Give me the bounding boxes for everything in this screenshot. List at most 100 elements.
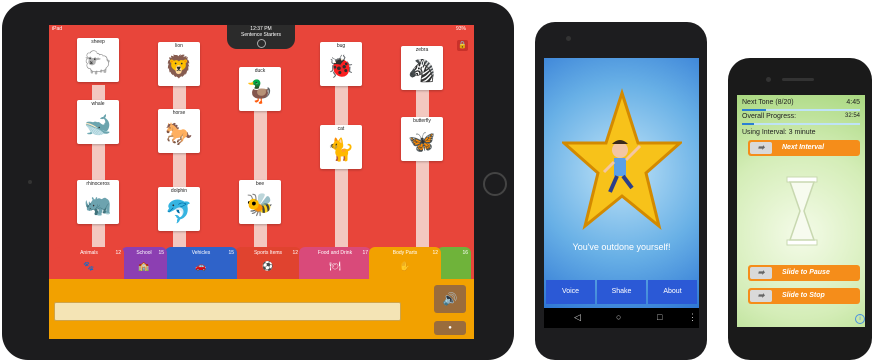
tab-count: 15 <box>228 250 234 256</box>
tab-count: 15 <box>158 250 164 256</box>
dolphin-icon: 🐬 <box>165 199 193 224</box>
tab-label: Vehicles <box>191 250 211 256</box>
card-butterfly[interactable]: butterfly 🦋 <box>401 117 443 161</box>
button-label: Slide to Stop <box>782 292 825 299</box>
tab-count: 12 <box>432 250 438 256</box>
card-whale[interactable]: whale 🐋 <box>77 100 119 144</box>
battery-text: 93% <box>455 26 466 32</box>
overflow-menu-icon[interactable]: ⋮ <box>688 312 697 323</box>
butterfly-icon: 🦋 <box>408 129 436 154</box>
tab-vehicles[interactable]: Vehicles 15 🚗 <box>165 247 237 279</box>
hand-icon: ✋ <box>399 261 411 271</box>
clear-button[interactable]: ● <box>434 321 466 335</box>
overall-progress-fill <box>742 123 754 125</box>
slide-to-pause[interactable]: ➡ Slide to Pause <box>748 265 860 281</box>
recents-icon[interactable]: □ <box>657 312 662 322</box>
car-icon: 🚗 <box>195 261 207 271</box>
shake-button[interactable]: Shake <box>597 280 646 304</box>
card-horse[interactable]: horse 🐎 <box>158 109 200 153</box>
overall-progress-label: Overall Progress: <box>742 113 797 120</box>
voice-button[interactable]: Voice <box>546 280 595 304</box>
tab-sports-items[interactable]: Sports Items 12 ⚽ <box>235 247 301 279</box>
card-label: duck <box>254 68 266 74</box>
ipad-screen: iPad 93% 12:37 PM Sentence Starters 🔒 sh… <box>49 25 474 339</box>
card-strip <box>335 85 348 255</box>
next-interval-button[interactable]: ➡ Next Interval <box>748 140 860 156</box>
iphone-speaker <box>782 78 814 81</box>
arrow-right-icon: ➡ <box>750 142 772 154</box>
card-bug[interactable]: bug 🐞 <box>320 42 362 86</box>
card-label: zebra <box>415 47 429 53</box>
title-panel: 12:37 PM Sentence Starters <box>227 25 295 49</box>
app-title: Sentence Starters <box>240 32 282 38</box>
interval-text: Using Interval: 3 minute <box>742 129 816 136</box>
card-cat[interactable]: cat 🐈 <box>320 125 362 169</box>
ball-icon: ⚽ <box>262 261 274 271</box>
school-icon: 🏫 <box>138 261 150 271</box>
settings-icon[interactable] <box>256 39 266 48</box>
tab-food-and-drink[interactable]: Food and Drink 17 🍽 <box>299 247 371 279</box>
hourglass-icon <box>786 176 818 246</box>
card-rhinoceros[interactable]: rhinoceros 🦏 <box>77 180 119 224</box>
card-lion[interactable]: lion 🦁 <box>158 42 200 86</box>
tab-label: Body Parts <box>392 250 418 256</box>
rhinoceros-icon: 🦏 <box>84 192 112 217</box>
android-screen: You've outdone yourself! Voice Shake Abo… <box>544 58 699 308</box>
whale-icon: 🐋 <box>84 112 112 137</box>
zebra-icon: 🦓 <box>408 58 436 83</box>
tab-count: 12 <box>115 250 121 256</box>
next-tone-progress <box>742 109 860 111</box>
iphone-screen: Next Tone (8/20) 4:45 Overall Progress: … <box>737 95 865 327</box>
carrier-text: iPad <box>52 26 63 32</box>
card-duck[interactable]: duck 🦆 <box>239 67 281 111</box>
speaker-icon: 🔊 <box>442 292 458 306</box>
bee-icon: 🐝 <box>246 192 274 217</box>
speak-button[interactable]: 🔊 <box>434 285 466 313</box>
android-camera <box>566 36 571 41</box>
tab-school[interactable]: School 15 🏫 <box>121 247 167 279</box>
about-button[interactable]: About <box>648 280 697 304</box>
card-label: butterfly <box>413 118 431 124</box>
card-label: whale <box>91 101 105 107</box>
bug-icon: 🐞 <box>327 54 355 79</box>
card-strip <box>416 75 429 255</box>
card-label: sheep <box>91 39 105 45</box>
duck-icon: 🦆 <box>246 79 274 104</box>
card-zebra[interactable]: zebra 🦓 <box>401 46 443 90</box>
button-label: Slide to Pause <box>782 269 830 276</box>
cat-icon: 🐈 <box>327 137 355 162</box>
arrow-right-icon[interactable]: ➡ <box>750 290 772 302</box>
ipad-home-button[interactable] <box>483 172 507 196</box>
card-dolphin[interactable]: dolphin 🐬 <box>158 187 200 231</box>
android-nav-bar: ◁ ○ □ ⋮ <box>544 308 699 328</box>
card-label: cat <box>337 126 345 132</box>
lion-icon: 🦁 <box>165 54 193 79</box>
sentence-bar[interactable] <box>54 302 401 321</box>
tab-body-parts[interactable]: Body Parts 12 ✋ <box>369 247 441 279</box>
card-bee[interactable]: bee 🐝 <box>239 180 281 224</box>
tab-label: Sports Items <box>253 250 283 256</box>
info-icon[interactable]: i <box>855 314 865 324</box>
ipad-camera <box>28 180 32 184</box>
praise-message: You've outdone yourself! <box>572 242 671 252</box>
card-label: bug <box>336 43 346 49</box>
tab-animals[interactable]: Animals 12 🐾 <box>54 247 124 279</box>
paw-icon: 🐾 <box>83 261 95 271</box>
card-sheep[interactable]: sheep 🐑 <box>77 38 119 82</box>
arrow-right-icon[interactable]: ➡ <box>750 267 772 279</box>
slide-to-stop[interactable]: ➡ Slide to Stop <box>748 288 860 304</box>
card-label: dolphin <box>170 188 188 194</box>
tab-count: 12 <box>292 250 298 256</box>
tab-more[interactable]: 16 <box>437 247 471 279</box>
overall-progress-time: 32:54 <box>844 113 860 119</box>
card-label: lion <box>175 43 183 49</box>
lock-icon[interactable]: 🔒 <box>457 40 468 51</box>
star-icon <box>562 88 682 230</box>
next-tone-label: Next Tone (8/20) <box>742 99 794 106</box>
card-label: rhinoceros <box>86 181 110 187</box>
tab-count: 16 <box>462 250 468 256</box>
home-icon[interactable]: ○ <box>616 312 621 322</box>
button-label: Next Interval <box>782 144 825 151</box>
tab-label: Food and Drink <box>317 250 353 256</box>
back-icon[interactable]: ◁ <box>574 312 581 323</box>
